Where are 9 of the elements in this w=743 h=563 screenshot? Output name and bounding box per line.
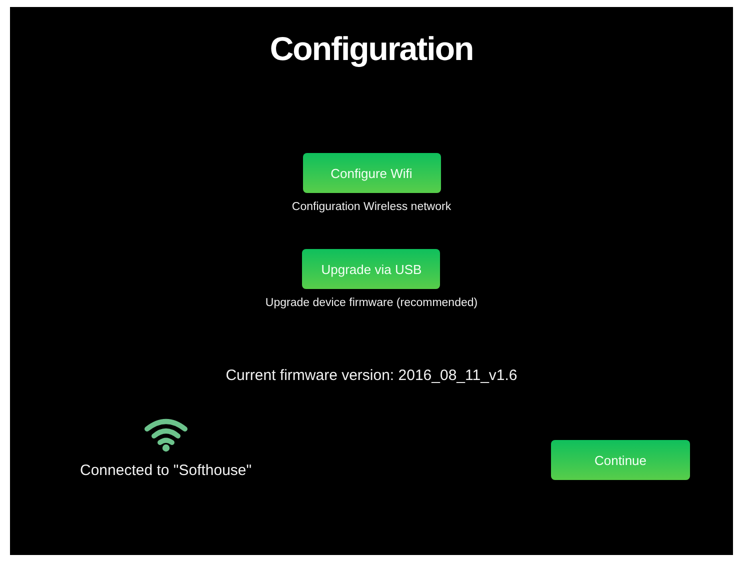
page-title: Configuration — [268, 31, 474, 67]
firmware-version: Current firmware version: 2016_08_11_v1.6 — [224, 367, 518, 384]
action-button[interactable]: Configure Wifi — [302, 153, 440, 193]
connection-status: Connected to "Softhouse" — [80, 462, 252, 479]
button-caption: Configuration Wireless network — [292, 201, 452, 213]
button-caption: Upgrade device firmware (recommended) — [265, 297, 478, 309]
continue-button[interactable]: Continue — [551, 440, 690, 480]
wifi-icon — [144, 418, 188, 452]
action-button[interactable]: Upgrade via USB — [302, 249, 440, 289]
